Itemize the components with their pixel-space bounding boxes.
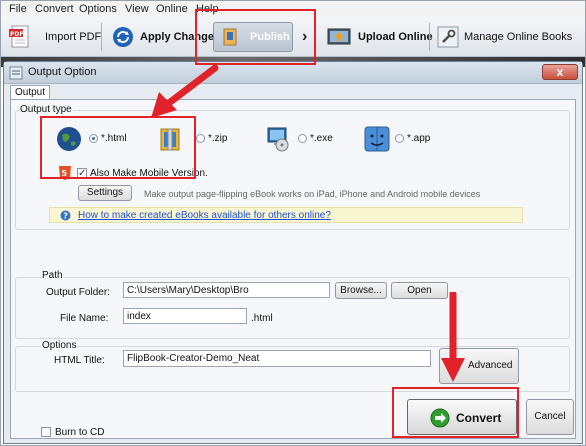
import-pdf-label: Import PDF (45, 31, 102, 43)
options-title: Options (41, 340, 78, 351)
help-icon: ? (60, 210, 71, 221)
file-extension: .html (251, 313, 273, 324)
red-arrow-to-convert (441, 292, 465, 382)
html-title-label: HTML Title: (54, 355, 105, 366)
upload-online-label: Upload Online (358, 31, 433, 43)
settings-icon (9, 66, 23, 80)
output-folder-label: Output Folder: (46, 287, 110, 298)
output-folder-input[interactable]: C:\Users\Mary\Desktop\Bro (123, 282, 330, 298)
red-arrow-to-output-type (151, 64, 219, 118)
radio-exe[interactable] (298, 134, 307, 143)
browse-button[interactable]: Browse... (335, 282, 387, 299)
svg-text:PDF: PDF (10, 31, 23, 38)
tab-output[interactable]: Output (10, 85, 50, 100)
file-name-label: File Name: (60, 313, 109, 324)
import-pdf-button[interactable]: PDF Import PDF (7, 17, 101, 57)
mac-finder-icon (364, 126, 390, 152)
radio-exe-label: *.exe (310, 133, 333, 144)
refresh-icon (113, 27, 133, 47)
toolbar-separator (101, 23, 102, 51)
wrench-icon (437, 26, 459, 48)
menu-convert[interactable]: Convert (35, 3, 74, 15)
convert-highlight-box (392, 387, 519, 438)
advanced-label: Advanced (468, 360, 513, 371)
menu-view[interactable]: View (125, 3, 149, 15)
burn-to-cd-label: Burn to CD (55, 427, 105, 438)
toolbar-separator (429, 23, 430, 51)
dialog-titlebar: Output Option x (4, 62, 582, 84)
publish-highlight-box (195, 9, 316, 65)
output-type-title: Output type (19, 104, 73, 115)
manage-online-books-button[interactable]: Manage Online Books (437, 17, 572, 57)
path-title: Path (41, 270, 64, 281)
html-title-input[interactable]: FlipBook-Creator-Demo_Neat (123, 350, 431, 367)
radio-app[interactable] (395, 134, 404, 143)
help-banner: ? How to make created eBooks available f… (49, 207, 523, 223)
close-button[interactable]: x (542, 64, 578, 80)
menu-online[interactable]: Online (156, 3, 188, 15)
radio-zip[interactable] (196, 134, 205, 143)
computer-disc-icon (267, 127, 289, 152)
dialog-title: Output Option (28, 66, 97, 78)
pdf-icon: PDF (9, 25, 29, 48)
upload-icon (327, 28, 351, 45)
svg-text:?: ? (63, 212, 68, 221)
settings-hint: Make output page-flipping eBook works on… (144, 189, 481, 199)
burn-to-cd-checkbox[interactable] (41, 427, 51, 437)
menu-options[interactable]: Options (79, 3, 117, 15)
manage-online-books-label: Manage Online Books (464, 31, 573, 43)
radio-app-label: *.app (407, 133, 431, 144)
radio-zip-label: *.zip (208, 133, 228, 144)
help-link[interactable]: How to make created eBooks available for… (78, 210, 331, 221)
upload-online-button[interactable]: Upload Online (327, 17, 433, 57)
settings-button[interactable]: Settings (78, 185, 132, 201)
menu-file[interactable]: File (9, 3, 27, 15)
file-name-input[interactable]: index (123, 308, 247, 324)
cancel-button[interactable]: Cancel (526, 399, 574, 435)
output-type-highlight-box (40, 116, 196, 179)
